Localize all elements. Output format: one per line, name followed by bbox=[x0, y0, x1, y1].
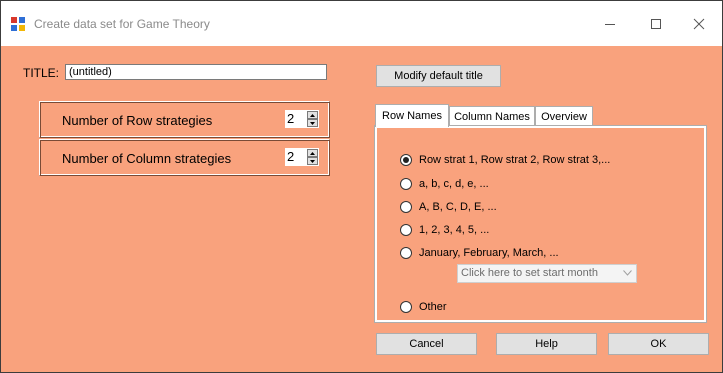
chevron-up-icon bbox=[310, 113, 315, 117]
chevron-up-icon bbox=[310, 151, 315, 155]
column-strategies-up-button[interactable] bbox=[307, 149, 318, 157]
option-label: A, B, C, D, E, ... bbox=[419, 201, 497, 213]
cancel-button[interactable]: Cancel bbox=[376, 333, 477, 355]
column-strategies-value[interactable]: 2 bbox=[287, 149, 294, 164]
option-label: Other bbox=[419, 301, 447, 313]
option-other[interactable]: Other bbox=[400, 299, 447, 315]
row-names-panel: Row strat 1, Row strat 2, Row strat 3,..… bbox=[374, 125, 707, 323]
title-input[interactable]: (untitled) bbox=[65, 64, 327, 80]
option-row-strat[interactable]: Row strat 1, Row strat 2, Row strat 3,..… bbox=[400, 152, 610, 168]
dialog-window: Create data set for Game Theory TITLE: (… bbox=[0, 0, 723, 373]
option-numbers[interactable]: 1, 2, 3, 4, 5, ... bbox=[400, 222, 489, 238]
column-strategies-stepper[interactable]: 2 bbox=[284, 147, 320, 167]
option-label: a, b, c, d, e, ... bbox=[419, 178, 489, 190]
column-strategies-panel: Number of Column strategies 2 bbox=[39, 139, 330, 176]
close-button[interactable] bbox=[676, 1, 722, 46]
app-icon bbox=[10, 16, 26, 32]
option-uppercase-letters[interactable]: A, B, C, D, E, ... bbox=[400, 199, 497, 215]
window-title: Create data set for Game Theory bbox=[34, 17, 210, 31]
option-months[interactable]: January, February, March, ... bbox=[400, 245, 559, 261]
start-month-select-value: Click here to set start month bbox=[461, 267, 598, 279]
row-strategies-value[interactable]: 2 bbox=[287, 111, 294, 126]
chevron-down-icon bbox=[310, 121, 315, 125]
row-strategies-stepper[interactable]: 2 bbox=[284, 109, 320, 129]
ok-button[interactable]: OK bbox=[608, 333, 709, 355]
option-lowercase-letters[interactable]: a, b, c, d, e, ... bbox=[400, 176, 489, 192]
row-strategies-up-button[interactable] bbox=[307, 111, 318, 119]
maximize-button[interactable] bbox=[633, 1, 679, 46]
radio-button[interactable] bbox=[400, 178, 412, 190]
minimize-icon bbox=[605, 23, 615, 25]
column-strategies-label: Number of Column strategies bbox=[62, 151, 232, 166]
radio-button[interactable] bbox=[400, 247, 412, 259]
title-bar: Create data set for Game Theory bbox=[1, 1, 722, 46]
start-month-select[interactable]: Click here to set start month bbox=[457, 264, 637, 283]
radio-button[interactable] bbox=[400, 201, 412, 213]
tab-overview[interactable]: Overview bbox=[535, 106, 593, 126]
tab-column-names[interactable]: Column Names bbox=[449, 106, 535, 126]
help-button[interactable]: Help bbox=[496, 333, 597, 355]
row-strategies-down-button[interactable] bbox=[307, 119, 318, 127]
radio-button[interactable] bbox=[400, 154, 412, 166]
radio-button[interactable] bbox=[400, 301, 412, 313]
minimize-button[interactable] bbox=[587, 1, 633, 46]
title-field-label: TITLE: bbox=[23, 66, 60, 80]
close-icon bbox=[693, 18, 705, 29]
row-names-options: Row strat 1, Row strat 2, Row strat 3,..… bbox=[377, 128, 704, 320]
option-label: 1, 2, 3, 4, 5, ... bbox=[419, 224, 490, 236]
row-strategies-panel: Number of Row strategies 2 bbox=[39, 101, 330, 138]
chevron-down-icon bbox=[623, 270, 632, 276]
option-label: Row strat 1, Row strat 2, Row strat 3,..… bbox=[419, 154, 611, 166]
radio-button[interactable] bbox=[400, 224, 412, 236]
chevron-down-icon bbox=[310, 159, 315, 163]
maximize-icon bbox=[651, 18, 661, 29]
option-label: January, February, March, ... bbox=[419, 247, 559, 259]
tab-row-names[interactable]: Row Names bbox=[375, 104, 449, 127]
modify-title-button[interactable]: Modify default title bbox=[376, 65, 501, 87]
row-strategies-label: Number of Row strategies bbox=[62, 113, 213, 128]
column-strategies-down-button[interactable] bbox=[307, 157, 318, 165]
dialog-content: TITLE: (untitled) Modify default title N… bbox=[1, 46, 722, 372]
